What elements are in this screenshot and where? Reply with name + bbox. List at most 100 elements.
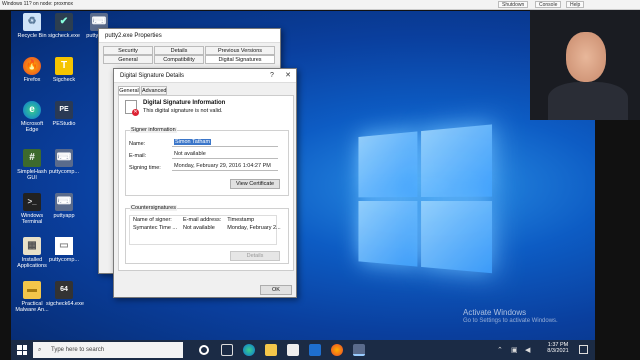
terminal-icon: >_: [23, 193, 41, 211]
tab-digital-signatures[interactable]: Digital Signatures: [205, 55, 275, 64]
hash-icon: #: [23, 149, 41, 167]
webcam-overlay: [530, 10, 640, 120]
desktop-icon-label: Practical Malware An...: [15, 301, 49, 313]
presenter-face: [566, 32, 606, 82]
tray-chevron-icon[interactable]: ⌃: [497, 346, 503, 354]
taskbar: ⌕ Type here to search ⌃ ▣ ◀ 1:37 PM 8/3/…: [11, 340, 595, 360]
desktop-icon-label: SimpleHash GUI: [17, 169, 47, 181]
desktop-icon-hash[interactable]: # SimpleHash GUI: [14, 149, 50, 181]
view-certificate-button[interactable]: View Certificate: [230, 179, 280, 189]
desktop: ♻ Recycle Bin ✔ sigcheck.exe ⌨ putty2.ex…: [11, 11, 595, 360]
desktop-icon-file[interactable]: ▭ puttycomp...: [46, 237, 82, 263]
desktop-icon-pestudio[interactable]: PE PEStudio: [46, 101, 82, 127]
desktop-icon-puttyapp[interactable]: ⌨ puttyapp: [46, 193, 82, 219]
shutdown-button[interactable]: Shutdown: [498, 1, 529, 8]
cortana-icon[interactable]: [199, 345, 209, 355]
console-button[interactable]: Console: [535, 1, 562, 8]
table-cell: Monday, February 2...: [227, 225, 281, 231]
vm-toolbar: Windows 11? on node: proxmox Shutdown Co…: [0, 0, 640, 10]
details-button[interactable]: Details: [230, 251, 280, 261]
file-explorer-icon[interactable]: [265, 344, 277, 356]
countersignatures-table: Name of signer: E-mail address: Timestam…: [130, 216, 284, 232]
putty-taskbar-icon[interactable]: [353, 344, 365, 356]
desktop-icon-edge[interactable]: e Microsoft Edge: [14, 101, 50, 133]
column-header[interactable]: E-mail address:: [180, 216, 224, 224]
vm-window-title: Windows 11? on node: proxmox: [2, 1, 74, 7]
info-title: Digital Signature Information: [143, 100, 226, 106]
edge-icon: e: [23, 101, 41, 119]
sigcheck-icon: ✔: [55, 13, 73, 31]
notifications-icon[interactable]: [579, 345, 588, 354]
countersignatures-list[interactable]: Name of signer: E-mail address: Timestam…: [129, 215, 281, 245]
recycle-bin-icon: ♻: [23, 13, 41, 31]
countersignatures-group: Countersignatures Name of signer: E-mail…: [125, 205, 289, 264]
properties-titlebar: putty2.exe Properties: [99, 29, 280, 43]
email-field[interactable]: Not available: [172, 151, 278, 159]
activate-windows-title: Activate Windows: [463, 308, 527, 317]
desktop-icon-label: puttycomp...: [49, 169, 79, 175]
tab-details[interactable]: Details: [154, 46, 204, 55]
close-icon[interactable]: ✕: [282, 69, 294, 83]
column-header[interactable]: Name of signer:: [130, 216, 180, 224]
tab-general[interactable]: General: [103, 55, 153, 64]
clock-date: 8/3/2021: [547, 348, 569, 354]
desktop-icon-terminal[interactable]: >_ Windows Terminal: [14, 193, 50, 225]
desktop-icon-label: Installed Applications: [17, 257, 47, 269]
windows-logo: [358, 124, 498, 278]
tab-general[interactable]: General: [118, 86, 140, 95]
firefox-taskbar-icon[interactable]: [331, 344, 343, 356]
putty-icon: ⌨: [55, 149, 73, 167]
table-header-row: Name of signer: E-mail address: Timestam…: [130, 216, 284, 224]
tab-previous-versions[interactable]: Previous Versions: [205, 46, 275, 55]
sigcheck64-icon: 64: [55, 281, 73, 299]
firefox-icon: 🔥: [23, 57, 41, 75]
desktop-icon-sigcheck[interactable]: ✔ sigcheck.exe: [46, 13, 82, 39]
file-icon: ▭: [55, 237, 73, 255]
taskbar-search-box[interactable]: ⌕ Type here to search: [33, 342, 183, 358]
tab-security[interactable]: Security: [103, 46, 153, 55]
desktop-icon-apps[interactable]: ▦ Installed Applications: [14, 237, 50, 269]
email-label: E-mail:: [129, 153, 147, 159]
desktop-icon-label: Sigcheck: [52, 77, 76, 83]
ok-button[interactable]: OK: [260, 285, 292, 295]
table-cell: Not available: [183, 225, 215, 231]
help-button[interactable]: Help: [566, 1, 585, 8]
desktop-icon-puttycomp[interactable]: ⌨ puttycomp...: [46, 149, 82, 175]
desktop-icon-label: Firefox: [23, 77, 41, 83]
dialog-titlebar: Digital Signature Details ? ✕: [114, 69, 296, 83]
desktop-icon-label: sigcheck64.exe: [46, 301, 84, 307]
desktop-icon-label: Microsoft Edge: [20, 121, 44, 133]
desktop-icon-sigcheck64[interactable]: 64 sigcheck64.exe: [46, 281, 84, 307]
table-cell: Symantec Time ...: [133, 225, 178, 231]
tab-advanced[interactable]: Advanced: [141, 86, 167, 95]
presenter-shoulders: [548, 82, 628, 120]
desktop-icon-label: Windows Terminal: [20, 213, 44, 225]
name-field[interactable]: Simon Tatham: [172, 139, 278, 147]
task-view-icon[interactable]: [221, 344, 233, 356]
desktop-icon-recycle-bin[interactable]: ♻ Recycle Bin: [14, 13, 50, 39]
edge-taskbar-icon[interactable]: [243, 344, 255, 356]
store-icon[interactable]: [287, 344, 299, 356]
start-button[interactable]: [17, 345, 27, 355]
column-header[interactable]: Timestamp: [224, 216, 283, 224]
pestudio-icon: PE: [55, 101, 73, 119]
volume-icon[interactable]: ◀: [525, 346, 530, 354]
search-placeholder: Type here to search: [51, 347, 105, 353]
countersignatures-label: Countersignatures: [130, 205, 177, 211]
folder-icon: ▬: [23, 281, 41, 299]
desktop-icon-sigcheck-t[interactable]: T Sigcheck: [46, 57, 82, 83]
name-value: Simon Tatham: [174, 139, 212, 145]
apps-icon: ▦: [23, 237, 41, 255]
clock[interactable]: 1:37 PM 8/3/2021: [543, 342, 573, 354]
putty-icon: ⌨: [55, 193, 73, 211]
network-icon[interactable]: ▣: [511, 346, 518, 354]
desktop-icon-label: puttyapp: [53, 213, 75, 219]
table-row[interactable]: Symantec Time ... Not available Monday, …: [130, 224, 284, 232]
signing-time-field[interactable]: Monday, February 29, 2016 1:04:27 PM: [172, 163, 278, 171]
help-icon[interactable]: ?: [266, 69, 278, 83]
properties-title: putty2.exe Properties: [105, 33, 162, 39]
desktop-icon-firefox[interactable]: 🔥 Firefox: [14, 57, 50, 83]
tab-compatibility[interactable]: Compatibility: [154, 55, 204, 64]
mail-icon[interactable]: [309, 344, 321, 356]
desktop-icon-folder[interactable]: ▬ Practical Malware An...: [14, 281, 50, 313]
